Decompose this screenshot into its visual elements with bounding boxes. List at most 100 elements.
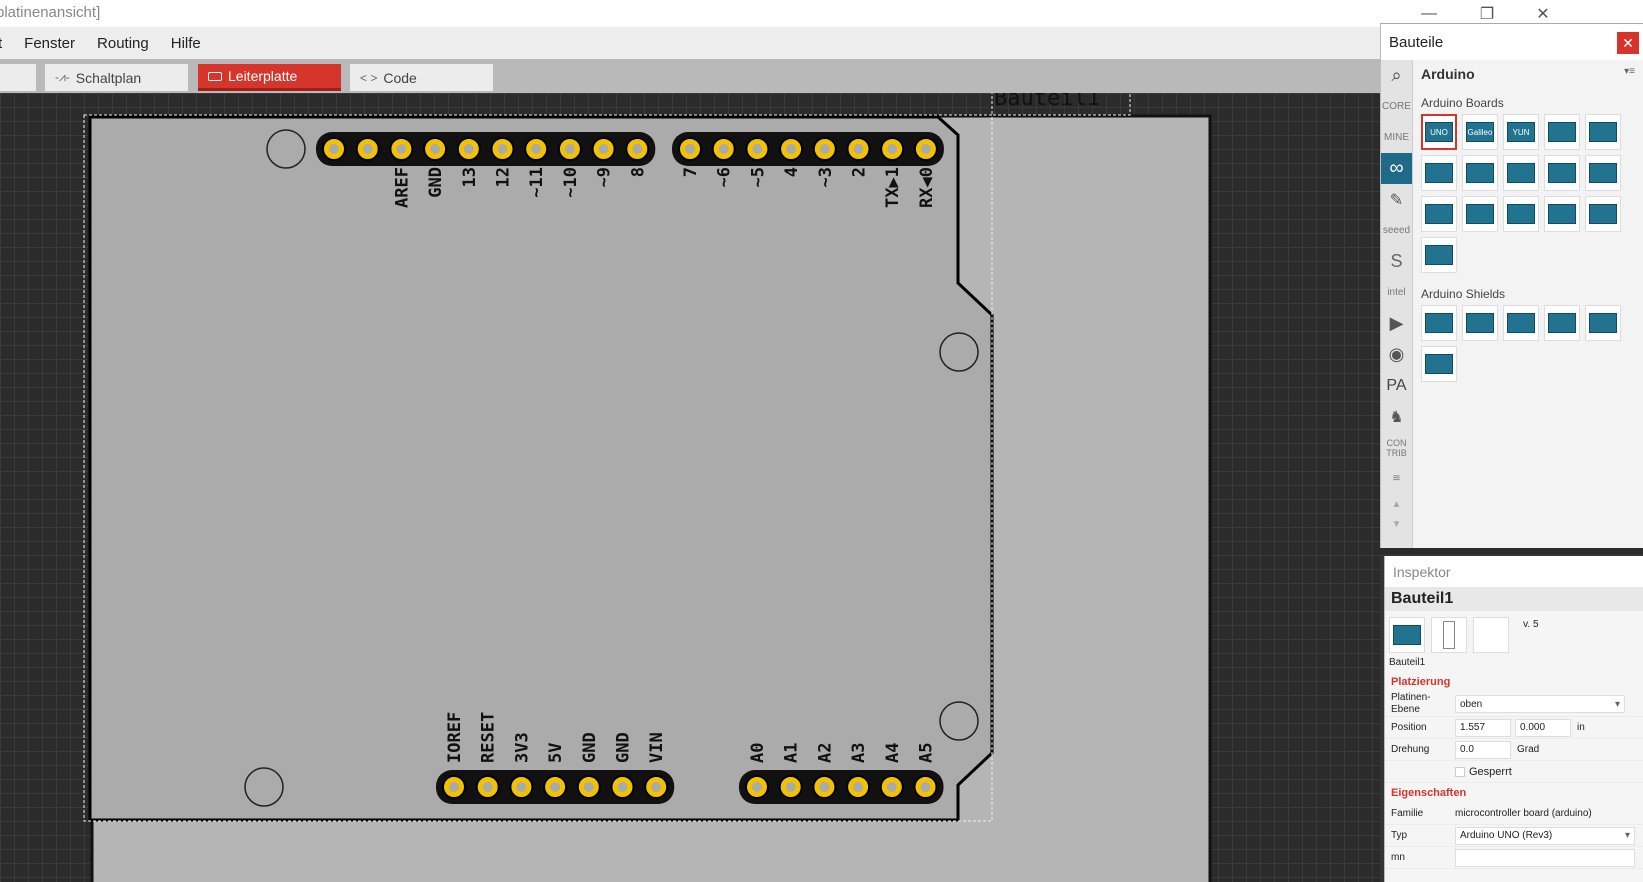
pin-label: A4 — [883, 743, 903, 763]
search-icon[interactable]: ⌕ — [1381, 60, 1412, 91]
bin-playground[interactable]: ▶ — [1381, 308, 1412, 339]
scroll-up-icon[interactable]: ▲ — [1381, 494, 1412, 514]
part-tile[interactable] — [1421, 155, 1457, 191]
board-thumbnail — [1466, 163, 1494, 183]
pin-label: A1 — [782, 743, 802, 763]
pin-hole — [853, 782, 864, 792]
pin-hole — [329, 144, 339, 154]
rotation-value: 0.0 — [1460, 744, 1474, 755]
chevron-down-icon: ▾ — [1614, 698, 1620, 710]
pin-hole — [785, 782, 796, 792]
part-tile[interactable] — [1503, 196, 1539, 232]
pin-label: A5 — [917, 743, 937, 763]
pin-hole — [449, 782, 459, 792]
pin-label: GND — [614, 732, 634, 763]
part-tile[interactable] — [1585, 114, 1621, 150]
bin-intel[interactable]: intel — [1381, 277, 1412, 308]
window-title: platinenansicht] — [0, 4, 101, 21]
shields-grid — [1421, 305, 1635, 382]
scroll-down-icon[interactable]: ▼ — [1381, 514, 1412, 534]
pin-label: 12 — [494, 167, 514, 187]
bin-core[interactable]: CORE — [1381, 91, 1412, 122]
type-label: Typ — [1391, 829, 1408, 841]
type-value: Arduino UNO (Rev3) — [1460, 830, 1553, 841]
layer-row: Platinen- Ebene oben ▾ — [1385, 692, 1643, 717]
pin-hole — [362, 144, 373, 154]
pin-label: TX▶1 — [883, 167, 903, 208]
part-tile[interactable]: Galileo — [1462, 114, 1498, 150]
pin-hole — [430, 144, 441, 154]
tab-schaltplan[interactable]: -⩘- Schaltplan — [45, 64, 188, 91]
panel-splitter[interactable] — [1380, 548, 1643, 554]
pin-label: 7 — [681, 167, 701, 177]
tab-code[interactable]: < > Code — [350, 64, 493, 91]
mn-input[interactable] — [1455, 848, 1635, 867]
part-tile[interactable] — [1544, 114, 1580, 150]
bin-pa[interactable]: PA — [1381, 370, 1412, 401]
tab-previous[interactable] — [0, 64, 36, 91]
part-label[interactable]: Bauteil1 — [994, 93, 1100, 111]
locked-checkbox[interactable] — [1455, 766, 1465, 777]
part-tile[interactable] — [1462, 155, 1498, 191]
mn-row: mn — [1385, 847, 1643, 869]
bin-sparkfun[interactable]: ✎ — [1381, 184, 1412, 215]
part-tile[interactable] — [1503, 155, 1539, 191]
schematic-icon: -⩘- — [55, 70, 70, 84]
properties-section-title: Eigenschaften — [1391, 787, 1467, 799]
pin-hole — [685, 144, 695, 154]
bin-contrib[interactable]: CON TRIB — [1381, 432, 1412, 463]
bin-more[interactable]: ≋ — [1381, 463, 1412, 494]
menu-item-edit[interactable]: t — [0, 35, 2, 52]
part-tile[interactable] — [1503, 305, 1539, 341]
bin-fabduino[interactable]: ◉ — [1381, 339, 1412, 370]
part-tile[interactable] — [1421, 346, 1457, 382]
layer-select[interactable]: oben ▾ — [1455, 695, 1625, 713]
rotation-input[interactable]: 0.0 — [1455, 740, 1511, 759]
type-select[interactable]: Arduino UNO (Rev3) ▾ — [1455, 826, 1635, 845]
parts-close-icon[interactable]: ✕ — [1617, 32, 1639, 54]
bin-arduino[interactable]: ∞ — [1381, 153, 1412, 184]
tab-leiterplatte[interactable]: Leiterplatte — [198, 64, 341, 91]
menu-item-fenster[interactable]: Fenster — [24, 35, 75, 52]
position-unit[interactable]: in — [1577, 722, 1585, 733]
pin-hole — [920, 782, 931, 792]
bin-mine[interactable]: MINE — [1381, 122, 1412, 153]
part-tile[interactable] — [1585, 305, 1621, 341]
menu-item-hilfe[interactable]: Hilfe — [171, 35, 201, 52]
bin-snootlab[interactable]: S — [1381, 246, 1412, 277]
part-tile[interactable] — [1544, 155, 1580, 191]
part-tile[interactable] — [1544, 305, 1580, 341]
part-tile[interactable] — [1544, 196, 1580, 232]
pin-label: RX◀0 — [917, 167, 937, 208]
part-tile[interactable] — [1585, 155, 1621, 191]
part-tile[interactable] — [1421, 305, 1457, 341]
part-tile[interactable] — [1421, 237, 1457, 273]
menu-item-routing[interactable]: Routing — [97, 35, 149, 52]
tab-code-label: Code — [383, 69, 417, 86]
type-row: Typ Arduino UNO (Rev3) ▾ — [1385, 825, 1643, 847]
pcb-canvas[interactable]: Bauteil1 AREF GND 13 12 ~11 ~10 ~9 8 7 ~6 ~5 4 ~3 2 TX… — [0, 93, 1380, 882]
position-label: Position — [1391, 721, 1427, 733]
inspector-panel: Inspektor Bauteil1 Bauteil1 v. 5 Platzie… — [1384, 556, 1643, 882]
shield-outline[interactable] — [88, 115, 994, 822]
part-tile[interactable] — [1585, 196, 1621, 232]
position-x-input[interactable]: 1.557 — [1455, 718, 1511, 737]
part-tile[interactable] — [1462, 196, 1498, 232]
board-thumbnail — [1425, 354, 1453, 374]
board-thumbnail — [1507, 163, 1535, 183]
board-thumbnail — [1393, 625, 1421, 645]
chevron-down-icon: ▾ — [1624, 830, 1630, 841]
pin-hole — [651, 782, 662, 792]
bin-animal[interactable]: ♞ — [1381, 401, 1412, 432]
part-tile[interactable] — [1421, 196, 1457, 232]
position-y-input[interactable]: 0.000 — [1515, 718, 1571, 737]
bin-seeed[interactable]: seeed — [1381, 215, 1412, 246]
part-tile[interactable] — [1462, 305, 1498, 341]
part-tile[interactable]: UNO — [1421, 114, 1457, 150]
boards-grid: UNO Galileo YUN — [1421, 114, 1635, 273]
pin-hole — [752, 782, 762, 792]
part-tile[interactable]: YUN — [1503, 114, 1539, 150]
bin-menu-icon[interactable]: ▾≡ — [1624, 66, 1635, 82]
pcb-drawing: Bauteil1 AREF GND 13 12 ~11 ~10 ~9 8 7 ~6 ~5 4 ~3 2 TX… — [83, 93, 1212, 882]
board-thumbnail — [1466, 313, 1494, 333]
